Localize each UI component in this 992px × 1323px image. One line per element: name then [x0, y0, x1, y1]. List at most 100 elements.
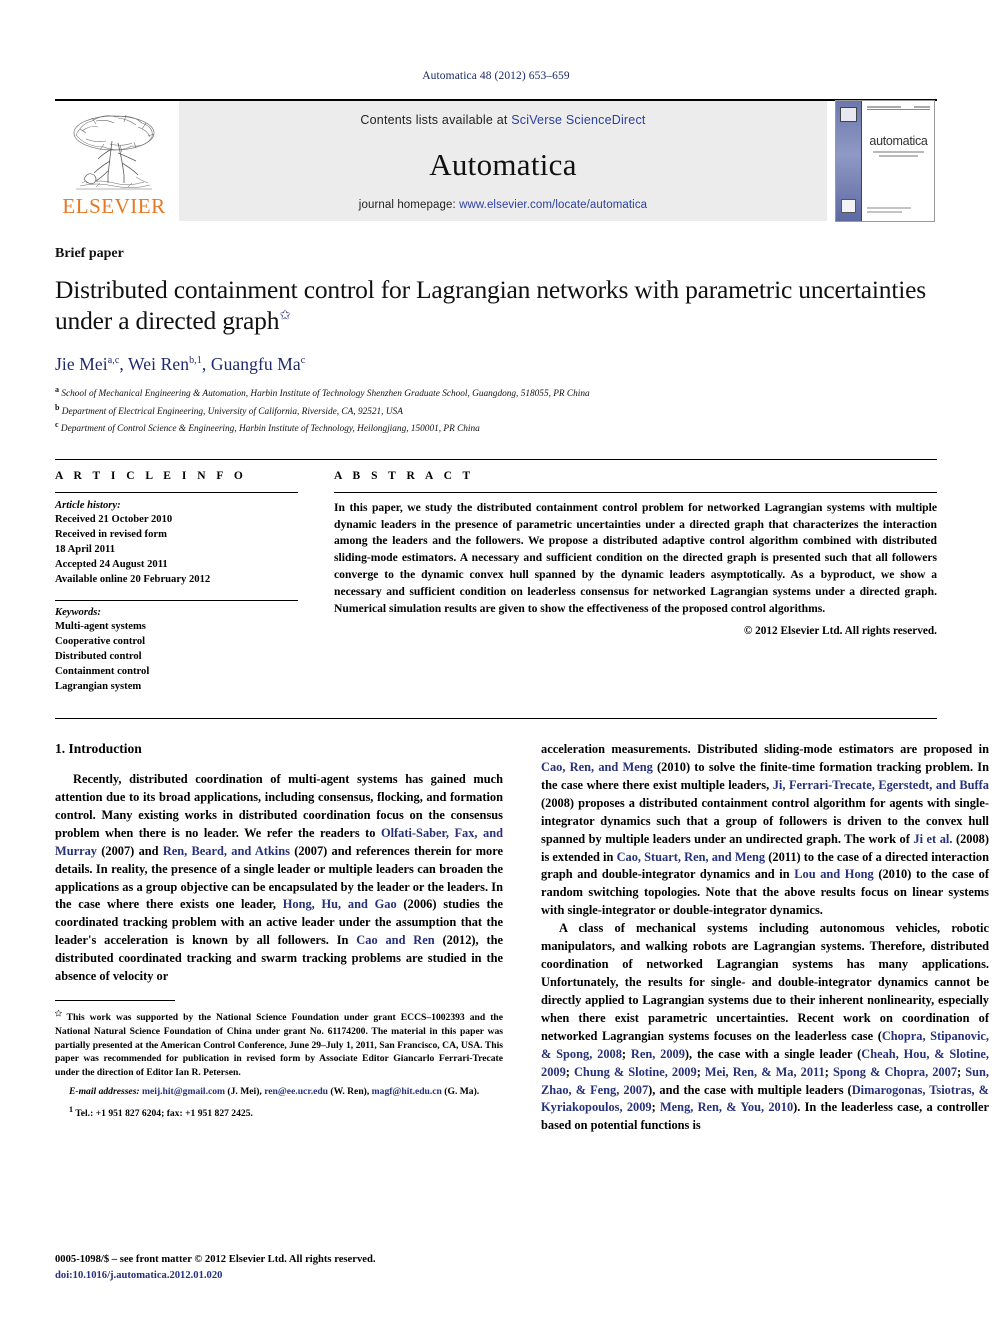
running-head: Automatica 48 (2012) 653–659	[422, 70, 570, 82]
cover-journal-name: automatica	[869, 134, 928, 148]
email-owner: (J. Mei)	[225, 1086, 260, 1098]
email-link[interactable]: magf@hit.edu.cn	[372, 1086, 442, 1097]
journal-homepage-line: journal homepage: www.elsevier.com/locat…	[359, 199, 647, 211]
page-title: Distributed containment control for Lagr…	[55, 274, 937, 336]
citation-link[interactable]: Ji, Ferrari-Trecate, Egerstedt, and Buff…	[773, 778, 989, 792]
footnote-funding-text: This work was supported by the National …	[55, 1012, 503, 1078]
article-info-heading: A R T I C L E I N F O	[55, 469, 247, 482]
affiliation-text: School of Mechanical Engineering & Autom…	[61, 389, 590, 400]
elsevier-tree-icon	[73, 114, 155, 190]
citation-link[interactable]: Cao, Stuart, Ren, and Meng	[617, 850, 766, 864]
citation-link[interactable]: Chung & Slotine, 2009	[574, 1065, 697, 1079]
intro-text: ;	[651, 1100, 660, 1115]
affiliation-item: c Department of Control Science & Engine…	[55, 419, 937, 437]
article-history-heading: Article history:	[55, 499, 121, 511]
cover-subtitle	[867, 151, 930, 157]
affiliation-item: a School of Mechanical Engineering & Aut…	[55, 384, 937, 402]
contents-list-line: Contents lists available at SciVerse Sci…	[360, 113, 645, 127]
citation-link[interactable]: Cao and Ren	[356, 933, 434, 947]
citation-link[interactable]: Ren, Beard, and Atkins	[163, 844, 290, 858]
cover-image: automatica	[835, 100, 935, 222]
article-info-rule	[55, 491, 298, 493]
intro-paragraph-right-2: A class of mechanical systems including …	[541, 920, 989, 1135]
keyword-item: Distributed control	[55, 650, 142, 662]
article-type-label: Brief paper	[55, 246, 124, 261]
intro-text: ;	[696, 1064, 705, 1079]
author-name[interactable]: Jie Mei	[55, 354, 108, 374]
masthead-center: Contents lists available at SciVerse Sci…	[179, 101, 827, 221]
body-right-column: acceleration measurements. Distributed s…	[541, 741, 989, 1135]
journal-masthead: ELSEVIER Contents lists available at Sci…	[55, 99, 937, 222]
footnote-emails: E-mail addresses: meij.hit@gmail.com (J.…	[69, 1086, 480, 1098]
homepage-prefix: journal homepage:	[358, 199, 460, 211]
affiliation-mark: b	[55, 402, 60, 412]
footnote-telephone: 1 Tel.: +1 951 827 6204; fax: +1 951 827…	[55, 1104, 503, 1121]
keyword-item: Cooperative control	[55, 635, 146, 647]
affiliation-text: Department of Control Science & Engineer…	[60, 424, 480, 435]
issn-front-matter: 0005-1098/$ – see front matter © 2012 El…	[55, 1254, 376, 1266]
keyword-item: Multi-agent systems	[55, 620, 146, 632]
journal-title: Automatica	[429, 146, 577, 182]
abstract-rule	[334, 491, 937, 493]
contents-prefix: Contents lists available at	[360, 113, 512, 127]
paper-title-text: Distributed containment control for Lagr…	[55, 275, 926, 336]
author-affil-mark: c	[300, 355, 306, 367]
intro-text: ), and the case with multiple leaders (	[648, 1082, 852, 1097]
body-left-column: 1. Introduction Recently, distributed co…	[55, 741, 503, 1135]
citation-link[interactable]: Spong & Chopra, 2007	[833, 1065, 957, 1079]
history-item: Available online 20 February 2012	[55, 573, 211, 585]
title-footnote-marker: ✩	[279, 308, 291, 324]
affiliation-item: b Department of Electrical Engineering, …	[55, 402, 937, 420]
email-label: E-mail addresses:	[69, 1086, 140, 1098]
paper-page: Automatica 48 (2012) 653–659 ELSEVIER Co…	[0, 0, 992, 1323]
citation-link[interactable]: Mei, Ren, & Ma, 2011	[705, 1065, 825, 1079]
footnote-rule	[55, 1000, 175, 1002]
abstract-copyright: © 2012 Elsevier Ltd. All rights reserved…	[743, 625, 937, 638]
citation-link[interactable]: Hong, Hu, and Gao	[283, 897, 397, 911]
citation-link[interactable]: Cao, Ren, and Meng	[541, 760, 653, 774]
intro-paragraph-right-1: acceleration measurements. Distributed s…	[541, 741, 989, 920]
cover-header-rule	[867, 106, 930, 110]
citation-link[interactable]: Meng, Ren, & You, 2010	[660, 1100, 793, 1114]
footnote-star-marker: ✩	[55, 1009, 62, 1019]
email-link[interactable]: meij.hit@gmail.com	[142, 1086, 225, 1097]
history-item: Received in revised form	[55, 528, 167, 540]
intro-text: A class of mechanical systems including …	[541, 921, 989, 1043]
abstract-text: In this paper, we study the distributed …	[334, 500, 937, 615]
history-item: Accepted 24 August 2011	[55, 558, 168, 570]
email-link[interactable]: ren@ee.ucr.edu	[264, 1086, 328, 1097]
citation-link[interactable]: Ren, 2009	[631, 1047, 685, 1061]
intro-text: ;	[957, 1064, 966, 1079]
doi-link[interactable]: doi:10.1016/j.automatica.2012.01.020	[55, 1268, 375, 1283]
affiliation-text: Department of Electrical Engineering, Un…	[61, 406, 403, 417]
body-columns: 1. Introduction Recently, distributed co…	[55, 718, 989, 1135]
info-abstract-section: A R T I C L E I N F O Article history: R…	[55, 458, 937, 694]
imprint-block: 0005-1098/$ – see front matter © 2012 El…	[55, 1252, 375, 1283]
footnote-funding: ✩ This work was supported by the Nationa…	[55, 1008, 503, 1079]
keywords-block: Keywords: Multi-agent systems Cooperativ…	[55, 599, 298, 694]
abstract-column: A B S T R A C T In this paper, we study …	[334, 470, 937, 694]
intro-text: (2007) and	[96, 843, 163, 858]
citation-link[interactable]: Ji et al.	[913, 832, 952, 846]
sciverse-sciencedirect-link[interactable]: SciVerse ScienceDirect	[511, 113, 645, 127]
keyword-item: Lagrangian system	[55, 681, 142, 692]
journal-cover-thumbnail[interactable]: automatica	[833, 100, 937, 222]
keyword-item: Containment control	[55, 665, 150, 677]
cover-ifac-badge-icon	[840, 107, 857, 122]
author-name[interactable]: Guangfu Ma	[211, 354, 301, 374]
history-item: Received 21 October 2010	[55, 513, 173, 525]
footnote-tel-marker: 1	[69, 1104, 73, 1114]
footnote-zone: ✩ This work was supported by the Nationa…	[55, 1000, 503, 1121]
abstract-heading: A B S T R A C T	[334, 469, 475, 482]
cover-logo-badge-icon	[841, 199, 856, 213]
journal-homepage-link[interactable]: www.elsevier.com/locate/automatica	[459, 199, 647, 211]
intro-text: ;	[621, 1046, 631, 1061]
author-name[interactable]: Wei Ren	[128, 354, 189, 374]
citation-link[interactable]: Lou and Hong	[794, 867, 873, 881]
intro-text: ;	[565, 1064, 574, 1079]
section-title-introduction: 1. Introduction	[55, 741, 142, 757]
elsevier-wordmark: ELSEVIER	[62, 194, 166, 218]
footnote-tel-text: Tel.: +1 951 827 6204; fax: +1 951 827 2…	[75, 1108, 253, 1120]
intro-text: ), the case with a single leader (	[684, 1046, 862, 1061]
elsevier-logo: ELSEVIER	[55, 101, 173, 221]
